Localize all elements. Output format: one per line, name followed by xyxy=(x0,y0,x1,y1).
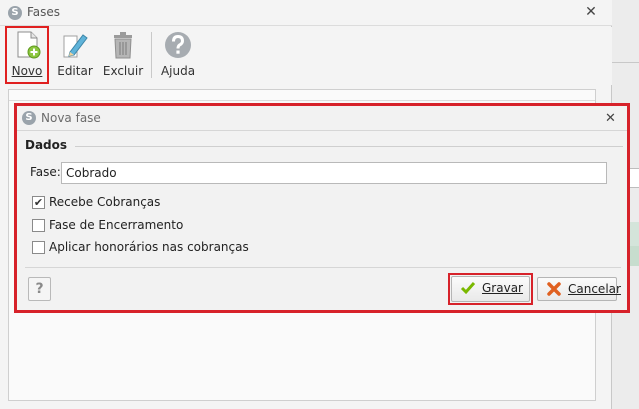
cancel-x-icon xyxy=(547,282,561,296)
save-button[interactable]: Gravar xyxy=(451,276,530,302)
dialog-logo-icon: S xyxy=(22,111,36,125)
phase-name-input[interactable] xyxy=(61,162,607,184)
dialog-titlebar: S Nova fase ✕ xyxy=(17,106,627,131)
help-circle-icon xyxy=(165,32,191,58)
closing-phase-checkbox[interactable] xyxy=(32,219,45,232)
dialog-help-button[interactable]: ? xyxy=(28,277,51,301)
dialog-close-button[interactable]: ✕ xyxy=(605,111,616,126)
help-label: Ajuda xyxy=(160,64,196,78)
apply-fees-label: Aplicar honorários nas cobranças xyxy=(49,240,249,254)
phase-field-label: Fase: xyxy=(30,165,61,179)
new-label: Novo xyxy=(11,64,43,78)
checkmark-icon xyxy=(460,282,476,295)
dialog-footer-divider xyxy=(25,267,621,268)
save-label: Gravar xyxy=(482,281,523,295)
window-titlebar: S Fases ✕ xyxy=(0,0,612,26)
window-title: Fases xyxy=(27,5,61,19)
cancel-label: Cancelar xyxy=(568,282,621,296)
app-logo-icon: S xyxy=(8,6,22,20)
new-document-icon xyxy=(17,31,41,59)
receives-charges-checkbox[interactable]: ✔ xyxy=(32,196,45,209)
group-divider xyxy=(75,146,623,147)
delete-button[interactable]: Excluir xyxy=(101,27,145,83)
cancel-button[interactable]: Cancelar xyxy=(537,277,621,301)
receives-charges-label: Recebe Cobranças xyxy=(49,195,161,209)
new-phase-dialog: S Nova fase ✕ Dados Fase: ✔ Recebe Cobra… xyxy=(14,103,630,313)
closing-phase-label: Fase de Encerramento xyxy=(49,218,184,232)
list-header-line xyxy=(9,100,595,101)
trash-icon xyxy=(114,32,132,59)
edit-label: Editar xyxy=(57,64,93,78)
background-divider xyxy=(612,62,639,63)
edit-button[interactable]: Editar xyxy=(55,27,95,83)
window-close-button[interactable]: ✕ xyxy=(584,4,598,20)
dialog-title: Nova fase xyxy=(41,111,101,125)
toolbar-separator xyxy=(151,32,152,78)
help-toolbar-button[interactable]: Ajuda xyxy=(158,27,198,83)
edit-pencil-icon xyxy=(63,34,88,58)
delete-label: Excluir xyxy=(102,64,144,78)
toolbar: Novo Editar Excluir Ajuda xyxy=(0,26,612,85)
apply-fees-checkbox[interactable] xyxy=(32,241,45,254)
new-button[interactable]: Novo xyxy=(5,26,49,84)
group-title: Dados xyxy=(25,138,68,152)
